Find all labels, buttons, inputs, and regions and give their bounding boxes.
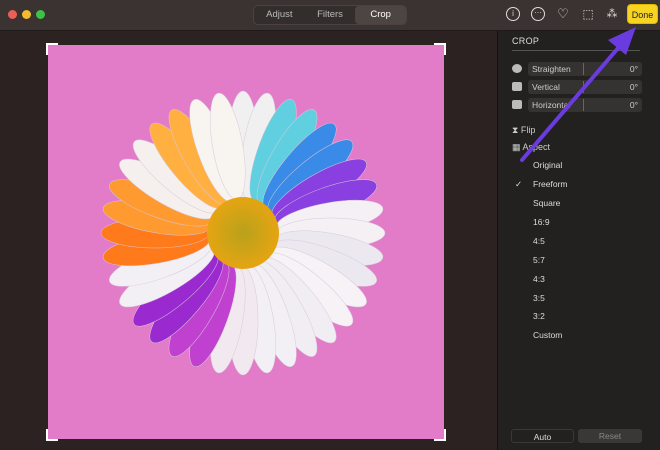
vertical-slider[interactable]: Vertical 0° — [528, 80, 642, 94]
aspect-3-2[interactable]: 3:2 — [533, 311, 545, 321]
divider — [512, 50, 640, 51]
crop-handle-bottom-right[interactable] — [434, 429, 446, 441]
slider-label: Horizontal — [532, 100, 571, 110]
aspect-4-5[interactable]: 4:5 — [533, 236, 545, 246]
aspect-3-5[interactable]: 3:5 — [533, 293, 545, 303]
aspect-label: Aspect — [522, 142, 551, 152]
crop-heading: CROP — [512, 36, 540, 46]
vertical-perspective-icon — [512, 82, 522, 91]
horizontal-slider[interactable]: Horizontal 0° — [528, 98, 642, 112]
aspect-original[interactable]: Original — [533, 160, 562, 170]
slider-value: 0° — [629, 100, 638, 110]
aspect-icon: ▦ — [512, 142, 523, 152]
checkmark-icon: ✓ — [515, 179, 523, 189]
aspect-5-7[interactable]: 5:7 — [533, 255, 545, 265]
info-icon[interactable]: i — [506, 7, 520, 21]
aspect-16-9[interactable]: 16:9 — [533, 217, 550, 227]
slider-value: 0° — [629, 82, 638, 92]
rotate-icon[interactable]: ⬚ — [581, 7, 595, 21]
crop-sidebar: CROP Straighten 0° Vertical 0° Horizontal 0… — [497, 31, 660, 450]
straighten-icon — [512, 64, 522, 73]
aspect-heading: ▦ Aspect — [512, 142, 550, 153]
aspect-freeform[interactable]: Freeform — [533, 179, 567, 189]
crop-handle-bottom-left[interactable] — [46, 429, 58, 441]
title-bar: Adjust Filters Crop i ··· ♡ ⬚ ⁂ Done — [0, 0, 660, 31]
aspect-4-3[interactable]: 4:3 — [533, 274, 545, 284]
aspect-square[interactable]: Square — [533, 198, 560, 208]
crop-handle-top-right[interactable] — [434, 43, 446, 55]
flip-button[interactable]: ⧗ Flip — [512, 125, 535, 136]
done-button[interactable]: Done — [627, 4, 658, 24]
flower-image — [100, 90, 386, 376]
slider-value: 0° — [629, 64, 638, 74]
magic-wand-icon[interactable]: ⁂ — [605, 7, 619, 21]
straighten-slider[interactable]: Straighten 0° — [528, 62, 642, 76]
close-window-button[interactable] — [8, 10, 17, 19]
slider-label: Vertical — [532, 82, 560, 92]
photo-crop-area[interactable] — [46, 43, 446, 441]
tab-adjust[interactable]: Adjust — [254, 6, 305, 24]
tab-filters[interactable]: Filters — [305, 6, 356, 24]
auto-button[interactable]: Auto — [511, 429, 574, 443]
minimize-window-button[interactable] — [22, 10, 31, 19]
edit-mode-tabs: Adjust Filters Crop — [253, 5, 407, 25]
slider-label: Straighten — [532, 64, 571, 74]
zoom-window-button[interactable] — [36, 10, 45, 19]
horizontal-perspective-icon — [512, 100, 522, 109]
heart-icon[interactable]: ♡ — [556, 7, 570, 21]
flip-label: Flip — [520, 125, 536, 135]
more-icon[interactable]: ··· — [531, 7, 545, 21]
crop-handle-top-left[interactable] — [46, 43, 58, 55]
flip-icon: ⧗ — [512, 125, 521, 135]
reset-button[interactable]: Reset — [578, 429, 642, 443]
tab-crop[interactable]: Crop — [355, 6, 407, 24]
aspect-custom[interactable]: Custom — [533, 330, 562, 340]
